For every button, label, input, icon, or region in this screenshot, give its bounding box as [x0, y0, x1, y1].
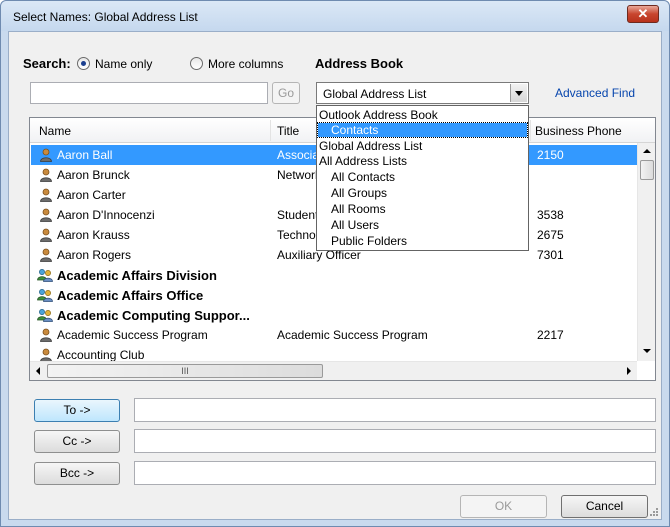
cell-name: Aaron Krauss [57, 228, 130, 242]
search-label: Search: [23, 56, 71, 71]
cell-business-phone: 2675 [537, 228, 564, 242]
dropdown-option[interactable]: All Contacts [318, 170, 527, 184]
column-header-title[interactable]: Title [277, 124, 299, 138]
column-header-business-phone[interactable]: Business Phone [535, 124, 622, 138]
dropdown-option[interactable]: All Groups [318, 186, 527, 200]
column-header-name[interactable]: Name [39, 124, 71, 138]
person-icon [39, 168, 53, 182]
select-names-dialog: Select Names: Global Address List ✕ Sear… [0, 0, 670, 527]
cell-name: Academic Success Program [57, 328, 208, 342]
table-row[interactable]: Academic Computing Suppor... [31, 305, 637, 325]
to-field[interactable] [134, 398, 656, 422]
cell-name: Academic Affairs Division [57, 268, 217, 283]
to-button[interactable]: To -> [34, 399, 120, 422]
scroll-right-icon[interactable] [627, 367, 631, 375]
dropdown-option[interactable]: All Users [318, 218, 527, 232]
address-book-dropdown: Outlook Address Book Contacts Global Add… [316, 105, 529, 251]
cell-name: Aaron Ball [57, 148, 113, 162]
bcc-button[interactable]: Bcc -> [34, 462, 120, 485]
address-book-label: Address Book [315, 56, 404, 71]
horizontal-scrollbar[interactable]: III [30, 361, 637, 380]
advanced-find-link[interactable]: Advanced Find [555, 86, 635, 100]
cell-business-phone: 2150 [537, 148, 564, 162]
scroll-down-icon[interactable] [643, 349, 651, 353]
column-divider [530, 120, 531, 141]
dropdown-option[interactable]: Public Folders [318, 234, 527, 248]
dropdown-option[interactable]: All Address Lists [318, 154, 527, 168]
person-icon [39, 208, 53, 222]
horizontal-scroll-thumb[interactable]: III [47, 364, 323, 378]
dropdown-option[interactable]: Contacts [317, 122, 528, 138]
cell-name: Accounting Club [57, 348, 145, 362]
window-title: Select Names: Global Address List [13, 10, 198, 24]
name-only-label[interactable]: Name only [95, 57, 152, 71]
dialog-body: Search: Name only More columns Address B… [8, 31, 662, 520]
cancel-button[interactable]: Cancel [561, 495, 648, 518]
group-icon [37, 308, 54, 322]
ok-button[interactable]: OK [460, 495, 547, 518]
name-only-radio[interactable] [77, 57, 90, 70]
cell-name: Aaron Brunck [57, 168, 130, 182]
resize-grip-icon[interactable] [649, 507, 659, 517]
cell-title: Academic Success Program [277, 328, 428, 342]
cell-name: Aaron D'Innocenzi [57, 208, 155, 222]
person-icon [39, 188, 53, 202]
cc-button[interactable]: Cc -> [34, 430, 120, 453]
scroll-up-icon[interactable] [643, 149, 651, 153]
group-icon [37, 288, 54, 302]
dropdown-option[interactable]: Outlook Address Book [318, 108, 527, 122]
person-icon [39, 228, 53, 242]
address-book-select[interactable]: Global Address List [316, 82, 529, 104]
column-divider [270, 120, 271, 141]
search-input[interactable] [30, 82, 268, 104]
cell-name: Aaron Rogers [57, 248, 132, 262]
address-book-selected: Global Address List [323, 87, 427, 101]
go-button[interactable]: Go [272, 82, 300, 104]
scroll-left-icon[interactable] [36, 367, 40, 375]
close-button[interactable]: ✕ [627, 5, 659, 23]
title-bar[interactable]: Select Names: Global Address List ✕ [1, 1, 669, 31]
dropdown-option[interactable]: Global Address List [318, 139, 527, 153]
bcc-field[interactable] [134, 461, 656, 485]
vertical-scroll-thumb[interactable] [640, 160, 654, 180]
table-row[interactable]: Academic Success Program Academic Success… [31, 325, 637, 345]
more-columns-radio[interactable] [190, 57, 203, 70]
person-icon [39, 148, 53, 162]
cell-name: Academic Computing Suppor... [57, 308, 250, 323]
dropdown-option[interactable]: All Rooms [318, 202, 527, 216]
cell-name: Aaron Carter [57, 188, 126, 202]
chevron-down-icon[interactable] [510, 84, 527, 102]
cell-name: Academic Affairs Office [57, 288, 204, 303]
person-icon [39, 248, 53, 262]
cell-business-phone: 3538 [537, 208, 564, 222]
cell-business-phone: 2217 [537, 328, 564, 342]
cc-field[interactable] [134, 429, 656, 453]
cell-business-phone: 7301 [537, 248, 564, 262]
vertical-scrollbar[interactable] [637, 143, 655, 361]
group-icon [37, 268, 54, 282]
table-row[interactable]: Academic Affairs Division [31, 265, 637, 285]
table-row[interactable]: Academic Affairs Office [31, 285, 637, 305]
person-icon [39, 328, 53, 342]
person-icon [39, 348, 53, 362]
more-columns-label[interactable]: More columns [208, 57, 283, 71]
